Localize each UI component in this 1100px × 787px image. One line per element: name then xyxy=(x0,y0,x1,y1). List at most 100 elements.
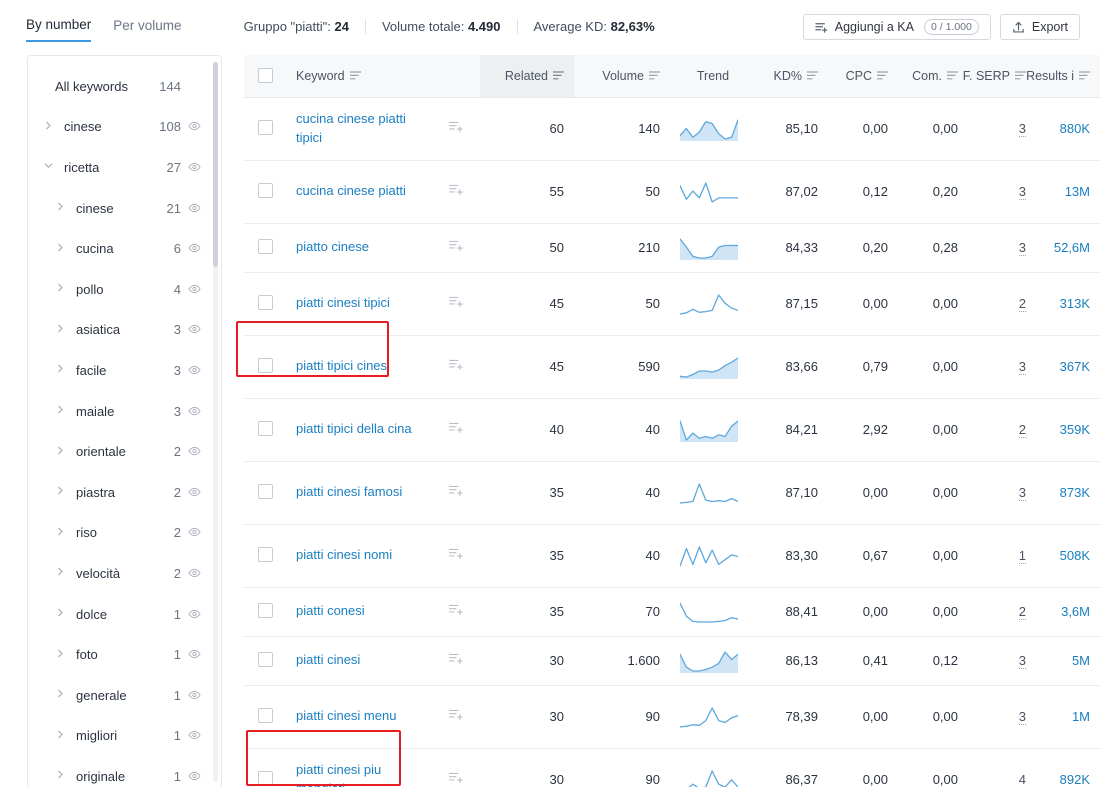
sidebar-item-velocit-[interactable]: velocità 2 xyxy=(28,553,221,594)
add-to-list-icon[interactable] xyxy=(448,121,464,137)
header-com[interactable]: Com. xyxy=(898,55,968,98)
chevron-right-icon[interactable] xyxy=(54,364,67,376)
row-checkbox[interactable] xyxy=(257,238,273,254)
fserp-value[interactable]: 2 xyxy=(1018,296,1026,312)
keyword-link[interactable]: cucina cinese piatti tipici xyxy=(296,111,406,145)
table-row[interactable]: piatto cinese 50 210 84,33 0,20 0,28 3 52,6M xyxy=(244,223,1100,273)
fserp-value[interactable]: 3 xyxy=(1018,184,1026,200)
add-to-ka-button[interactable]: Aggiungi a KA 0 / 1.000 xyxy=(802,14,991,40)
row-checkbox[interactable] xyxy=(257,119,273,135)
fserp-value[interactable]: 2 xyxy=(1018,422,1026,438)
chevron-right-icon[interactable] xyxy=(54,649,67,661)
sidebar-item-cinese[interactable]: cinese 108 xyxy=(28,107,221,148)
header-results[interactable]: Results i xyxy=(1026,55,1100,98)
sidebar-item-orientale[interactable]: orientale 2 xyxy=(28,431,221,472)
header-kd[interactable]: KD% xyxy=(756,55,828,98)
keyword-link[interactable]: piatto cinese xyxy=(296,239,369,254)
sidebar-item-piastra[interactable]: piastra 2 xyxy=(28,472,221,513)
row-checkbox[interactable] xyxy=(257,483,273,499)
sidebar-item-asiatica[interactable]: asiatica 3 xyxy=(28,310,221,351)
keyword-link[interactable]: piatti tipici cinesi xyxy=(296,358,390,373)
row-checkbox[interactable] xyxy=(257,602,273,618)
table-row[interactable]: cucina cinese piatti 55 50 87,02 0,12 0,20 3 13… xyxy=(244,160,1100,224)
eye-icon[interactable] xyxy=(181,566,201,581)
eye-icon[interactable] xyxy=(181,241,201,256)
sidebar-item-riso[interactable]: riso 2 xyxy=(28,513,221,554)
sidebar-item-dolce[interactable]: dolce 1 xyxy=(28,594,221,635)
add-to-list-icon[interactable] xyxy=(448,422,464,438)
table-row[interactable]: piatti tipici della cina 40 40 84,21 2,92 0,0… xyxy=(244,398,1100,462)
sidebar-item-facile[interactable]: facile 3 xyxy=(28,350,221,391)
header-keyword[interactable]: Keyword xyxy=(286,55,432,98)
table-row[interactable]: piatti conesi 35 70 88,41 0,00 0,00 2 3,6M xyxy=(244,587,1100,637)
row-checkbox[interactable] xyxy=(257,420,273,436)
fserp-value[interactable]: 1 xyxy=(1018,548,1026,564)
chevron-down-icon[interactable] xyxy=(42,161,55,173)
table-row[interactable]: piatti cinesi tipici 45 50 87,15 0,00 0,00 2 31… xyxy=(244,272,1100,336)
add-to-list-icon[interactable] xyxy=(448,548,464,564)
eye-icon[interactable] xyxy=(181,404,201,419)
eye-icon[interactable] xyxy=(181,444,201,459)
results-link[interactable]: 1M xyxy=(1072,709,1090,724)
sidebar-item-cinese[interactable]: cinese 21 xyxy=(28,188,221,229)
keyword-link[interactable]: piatti cinesi nomi xyxy=(296,547,392,562)
eye-icon[interactable] xyxy=(181,607,201,622)
chevron-right-icon[interactable] xyxy=(54,730,67,742)
select-all-checkbox[interactable] xyxy=(257,68,273,84)
table-row[interactable]: piatti cinesi famosi 35 40 87,10 0,00 0,00 3 87… xyxy=(244,461,1100,525)
chevron-right-icon[interactable] xyxy=(54,202,67,214)
fserp-value[interactable]: 3 xyxy=(1018,359,1026,375)
row-checkbox[interactable] xyxy=(257,182,273,198)
tab-per-volume[interactable]: Per volume xyxy=(113,18,181,41)
chevron-right-icon[interactable] xyxy=(54,243,67,255)
table-row[interactable]: piatti cinesi menu 30 90 78,39 0,00 0,00 3 1M xyxy=(244,685,1100,749)
results-link[interactable]: 3,6M xyxy=(1061,604,1090,619)
chevron-right-icon[interactable] xyxy=(54,324,67,336)
fserp-value[interactable]: 2 xyxy=(1018,604,1026,620)
export-button[interactable]: Export xyxy=(999,14,1080,40)
fserp-value[interactable]: 3 xyxy=(1018,240,1026,256)
results-link[interactable]: 52,6M xyxy=(1054,240,1090,255)
eye-icon[interactable] xyxy=(181,282,201,297)
results-link[interactable]: 13M xyxy=(1065,184,1090,199)
keyword-link[interactable]: piatti tipici della cina xyxy=(296,421,412,436)
add-to-list-icon[interactable] xyxy=(448,709,464,725)
add-to-list-icon[interactable] xyxy=(448,653,464,669)
sidebar-item-pollo[interactable]: pollo 4 xyxy=(28,269,221,310)
table-row[interactable]: piatti cinesi nomi 35 40 83,30 0,67 0,00 1 508K xyxy=(244,524,1100,588)
sidebar-scrollbar-thumb[interactable] xyxy=(213,62,218,267)
eye-icon[interactable] xyxy=(181,728,201,743)
results-link[interactable]: 313K xyxy=(1060,296,1090,311)
sidebar-item-ricetta[interactable]: ricetta 27 xyxy=(28,147,221,188)
add-to-list-icon[interactable] xyxy=(448,604,464,620)
row-checkbox[interactable] xyxy=(257,707,273,723)
header-related[interactable]: Related xyxy=(480,55,574,98)
row-checkbox[interactable] xyxy=(257,770,273,786)
table-row[interactable]: piatti cinesi 30 1.600 86,13 0,41 0,12 3 5M xyxy=(244,636,1100,686)
chevron-right-icon[interactable] xyxy=(54,486,67,498)
row-checkbox[interactable] xyxy=(257,357,273,373)
sidebar-item-cucina[interactable]: cucina 6 xyxy=(28,228,221,269)
fserp-value[interactable]: 3 xyxy=(1018,653,1026,669)
add-to-list-icon[interactable] xyxy=(448,485,464,501)
eye-icon[interactable] xyxy=(181,322,201,337)
keyword-link[interactable]: piatti cinesi famosi xyxy=(296,484,402,499)
chevron-right-icon[interactable] xyxy=(54,689,67,701)
table-row[interactable]: piatti cinesi piu mangiati309086,370,000… xyxy=(244,748,1100,787)
header-cpc[interactable]: CPC xyxy=(828,55,898,98)
fserp-value[interactable]: 3 xyxy=(1018,709,1026,725)
results-link[interactable]: 5M xyxy=(1072,653,1090,668)
sidebar-item-originale[interactable]: originale 1 xyxy=(28,756,221,787)
sidebar-item-foto[interactable]: foto 1 xyxy=(28,634,221,675)
fserp-value[interactable]: 4 xyxy=(1018,772,1026,787)
results-link[interactable]: 873K xyxy=(1060,485,1090,500)
table-row[interactable]: cucina cinese piatti tipici 60 140 85,10 0,0… xyxy=(244,97,1100,161)
sidebar-item-generale[interactable]: generale 1 xyxy=(28,675,221,716)
fserp-value[interactable]: 3 xyxy=(1018,485,1026,501)
table-row[interactable]: piatti tipici cinesi 45 590 83,66 0,79 0,00 3 3… xyxy=(244,335,1100,399)
sidebar-item-maiale[interactable]: maiale 3 xyxy=(28,391,221,432)
chevron-right-icon[interactable] xyxy=(54,608,67,620)
eye-icon[interactable] xyxy=(181,647,201,662)
chevron-right-icon[interactable] xyxy=(54,527,67,539)
eye-icon[interactable] xyxy=(181,160,201,175)
